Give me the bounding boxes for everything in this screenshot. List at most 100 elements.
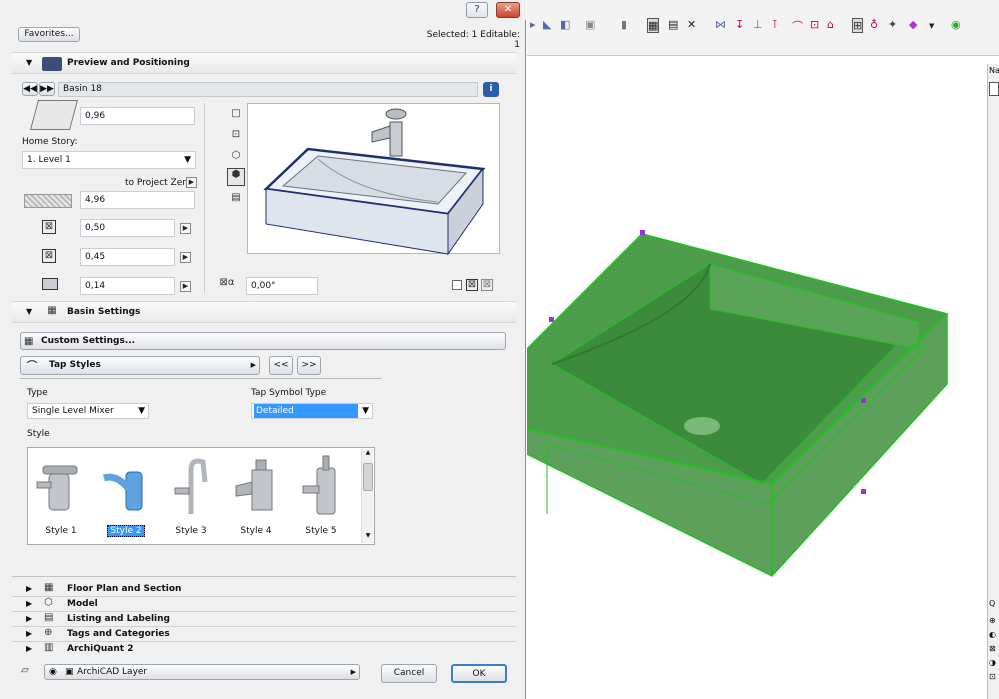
basin-settings-title: Basin Settings xyxy=(67,307,141,317)
next-page-button[interactable]: >> xyxy=(297,356,321,375)
list-view-icon[interactable]: ▤ xyxy=(229,192,243,206)
preview-section-header[interactable]: ▼ Preview and Positioning xyxy=(12,52,516,74)
style-5-option[interactable]: Style 5 xyxy=(291,452,351,542)
adjust-tool-icon[interactable]: ⊺ xyxy=(772,18,778,31)
navigator-icon[interactable] xyxy=(989,82,999,96)
magic-wand-icon[interactable]: ◆ xyxy=(909,18,917,31)
close-button[interactable]: ✕ xyxy=(496,2,520,18)
previous-page-button[interactable]: << xyxy=(269,356,293,375)
width-field[interactable]: 0,50 xyxy=(80,219,175,237)
multiply-tool-icon[interactable]: ⊞ xyxy=(852,18,864,33)
width-arrow-button[interactable]: ▶ xyxy=(180,223,191,234)
expand-triangle-icon: ▶ xyxy=(26,614,33,623)
previous-object-button[interactable]: ◀◀ xyxy=(22,82,38,96)
ok-button[interactable]: OK xyxy=(451,664,507,683)
section-archiquant[interactable]: ▶ ▥ ArchiQuant 2 xyxy=(12,642,516,657)
elevation-field[interactable]: 4,96 xyxy=(80,191,195,209)
side-view-icon[interactable]: ⊡ xyxy=(229,129,243,143)
thickness-arrow-button[interactable]: ▶ xyxy=(180,281,191,292)
favorites-button[interactable]: Favorites... xyxy=(18,27,80,42)
arrow-tool-icon[interactable]: ▸ xyxy=(530,18,536,31)
3d-view-canvas[interactable] xyxy=(526,64,987,694)
lock-icon[interactable]: ▣ xyxy=(65,665,74,679)
chevron-down-icon[interactable]: ▼ xyxy=(929,22,934,30)
selection-status: Selected: 1 Editable: 1 xyxy=(426,30,520,50)
offset-tool-icon[interactable]: ⊡ xyxy=(810,18,819,31)
thickness-field[interactable]: 0,14 xyxy=(80,277,175,295)
style-1-label: Style 1 xyxy=(45,526,77,536)
chevron-down-icon: ▼ xyxy=(184,155,191,165)
mirror-tool-icon[interactable]: ⋈ xyxy=(715,18,726,31)
style-3-label: Style 3 xyxy=(175,526,207,536)
section-floor-plan[interactable]: ▶ ▦ Floor Plan and Section xyxy=(12,582,516,597)
tap-styles-label: Tap Styles xyxy=(49,360,101,370)
marquee-tool-icon[interactable]: ◧ xyxy=(560,18,570,31)
style-4-option[interactable]: Style 4 xyxy=(226,452,286,542)
suspend-groups-icon[interactable]: ▦ xyxy=(647,18,660,33)
style-1-option[interactable]: Style 1 xyxy=(31,452,91,542)
custom-settings-label: Custom Settings... xyxy=(41,336,136,346)
plan-view-icon[interactable]: □ xyxy=(229,108,243,122)
help-button[interactable]: ? xyxy=(466,2,488,18)
quick-options-tab[interactable]: Q xyxy=(989,599,995,608)
syringe-icon[interactable]: ✦ xyxy=(888,18,897,31)
archiquant-icon: ▥ xyxy=(44,642,54,653)
basin-preview-drawing xyxy=(263,108,486,256)
custom-settings-button[interactable]: ▦ Custom Settings... xyxy=(20,332,506,350)
home-story-label: Home Story: xyxy=(22,137,78,147)
settings-grid-icon: ▦ xyxy=(47,305,57,316)
column-divider xyxy=(204,103,205,293)
next-object-button[interactable]: ▶▶ xyxy=(39,82,55,96)
eyedropper-icon[interactable]: ♁ xyxy=(870,18,878,31)
basin-settings-header[interactable]: ▼ ▦ Basin Settings xyxy=(12,301,516,323)
group-icon[interactable]: ▣ xyxy=(585,18,595,31)
section-tags[interactable]: ▶ ⊕ Tags and Categories xyxy=(12,627,516,642)
object-height-icon xyxy=(29,100,79,130)
tap-styles-dropdown[interactable]: ⌒ Tap Styles ▶ xyxy=(20,356,260,375)
chevron-down-icon: ▼ xyxy=(138,406,145,416)
axonometric-view-icon[interactable]: ⬡ xyxy=(229,150,243,164)
navigator-tab[interactable]: Na xyxy=(989,66,999,75)
selected-basin-3d[interactable] xyxy=(526,64,987,694)
table-icon[interactable]: ▤ xyxy=(668,18,678,31)
3d-view-icon[interactable]: ⬢ xyxy=(227,168,245,186)
home-story-select[interactable]: 1. Level 1 ▼ xyxy=(22,151,196,169)
panel-divider xyxy=(12,576,516,577)
style-4-label: Style 4 xyxy=(240,526,272,536)
style-2-label: Style 2 xyxy=(107,525,145,537)
eye-icon[interactable]: ◉ xyxy=(49,665,57,679)
home-tool-icon[interactable]: ⌂ xyxy=(827,18,834,31)
tap-symbol-type-select[interactable]: Detailed ▼ xyxy=(251,403,373,419)
angle-field[interactable]: 0,00° xyxy=(246,277,318,295)
close-x-icon[interactable]: ✕ xyxy=(687,18,696,31)
split-tool-icon[interactable]: ↧ xyxy=(735,18,744,31)
to-project-zero-arrow-button[interactable]: ▶ xyxy=(186,177,197,188)
depth-arrow-button[interactable]: ▶ xyxy=(180,252,191,263)
section-model[interactable]: ▶ ⬡ Model xyxy=(12,597,516,612)
scroll-down-icon[interactable]: ▼ xyxy=(363,532,373,542)
depth-field[interactable]: 0,45 xyxy=(80,248,175,266)
section-listing[interactable]: ▶ ▤ Listing and Labeling xyxy=(12,612,516,627)
section-floor-plan-label: Floor Plan and Section xyxy=(67,584,182,594)
target-icon[interactable]: ◉ xyxy=(951,18,961,31)
height-field[interactable]: 0,96 xyxy=(80,107,195,125)
scroll-up-icon[interactable]: ▲ xyxy=(363,449,373,459)
pointer-tool-icon[interactable]: ◣ xyxy=(543,18,551,31)
home-story-value: 1. Level 1 xyxy=(27,155,71,165)
style-gallery-scrollbar[interactable]: ▲ ▼ xyxy=(361,449,373,543)
lock-tool-icon[interactable]: ▮ xyxy=(621,18,627,31)
type-select[interactable]: Single Level Mixer ▼ xyxy=(27,403,149,419)
reset-icon[interactable]: ⊠ xyxy=(481,279,493,291)
scrollbar-thumb[interactable] xyxy=(363,463,373,491)
tap-symbol-type-label: Tap Symbol Type xyxy=(251,388,327,398)
mirror-checkbox[interactable] xyxy=(452,280,462,290)
info-icon[interactable]: i xyxy=(483,82,499,97)
fillet-tool-icon[interactable]: ⌒ xyxy=(792,18,803,34)
cancel-button[interactable]: Cancel xyxy=(381,664,437,683)
style-2-option[interactable]: Style 2 xyxy=(96,452,156,542)
quick-options-icons: ⊕ ◐ ⊠ ◑ ⊡ xyxy=(989,616,996,681)
layer-select[interactable]: ◉ ▣ ArchiCAD Layer ▶ xyxy=(44,664,360,680)
elevate-tool-icon[interactable]: ⊥ xyxy=(753,18,763,31)
mirror-icon[interactable]: ⊠ xyxy=(466,279,478,291)
style-3-option[interactable]: Style 3 xyxy=(161,452,221,542)
